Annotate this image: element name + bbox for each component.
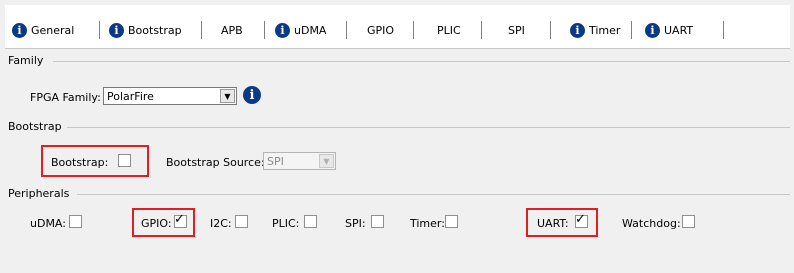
tab-separator (413, 21, 414, 39)
info-icon: i (275, 22, 290, 38)
tab-separator (264, 21, 265, 39)
tab-separator (550, 21, 551, 39)
tab-label: APB (221, 23, 243, 37)
tab-label: SPI (508, 23, 525, 37)
group-divider (67, 127, 790, 128)
tab-separator (631, 21, 632, 39)
check-icon: ✓ (575, 212, 586, 227)
tab-separator (201, 21, 202, 39)
tab-label: Bootstrap (128, 23, 182, 37)
tab-uart[interactable]: i UART (645, 19, 693, 41)
fpga-family-value: PolarFire (107, 89, 154, 103)
spi-checkbox[interactable] (371, 215, 384, 228)
uart-label: UART: (537, 217, 569, 230)
family-group-title: Family (8, 54, 44, 67)
group-divider (77, 194, 790, 195)
bootstrap-label: Bootstrap: (51, 156, 109, 169)
udma-checkbox[interactable] (69, 215, 82, 228)
peripherals-group-title: Peripherals (8, 187, 70, 200)
tab-label: PLIC (437, 23, 461, 37)
tab-gpio[interactable]: GPIO (367, 19, 394, 41)
info-icon: i (570, 22, 585, 38)
gpio-checkbox[interactable]: ✓ (174, 212, 187, 228)
tab-separator (723, 21, 724, 39)
gpio-label: GPIO: (141, 217, 172, 230)
info-icon: i (12, 22, 27, 38)
timer-label: Timer: (410, 217, 445, 230)
info-icon[interactable]: i (243, 86, 261, 104)
fpga-family-label: FPGA Family: (30, 91, 101, 104)
chevron-down-icon[interactable]: ▼ (220, 89, 235, 103)
i2c-checkbox[interactable] (235, 215, 248, 228)
bootstrap-source-select[interactable]: SPI ▼ (263, 152, 336, 170)
bootstrap-checkbox[interactable] (118, 154, 131, 167)
watchdog-label: Watchdog: (622, 217, 681, 230)
tab-timer[interactable]: i Timer (570, 19, 620, 41)
tab-separator (346, 21, 347, 39)
chevron-down-icon[interactable]: ▼ (319, 154, 334, 168)
tab-bar: i General i Bootstrap APB i uDMA GPIO PL… (5, 5, 790, 49)
info-icon: i (109, 22, 124, 38)
tab-label: uDMA (294, 23, 327, 37)
tab-spi[interactable]: SPI (508, 19, 525, 41)
uart-checkbox[interactable]: ✓ (575, 212, 588, 228)
tab-udma[interactable]: i uDMA (275, 19, 326, 41)
bootstrap-source-value: SPI (267, 154, 284, 168)
tab-plic[interactable]: PLIC (437, 19, 461, 41)
tab-label: UART (664, 23, 694, 37)
settings-panel: i General i Bootstrap APB i uDMA GPIO PL… (5, 5, 790, 269)
tab-general[interactable]: i General (12, 19, 74, 41)
bootstrap-source-label: Bootstrap Source: (166, 156, 265, 169)
tab-label: General (31, 23, 75, 37)
tab-bootstrap[interactable]: i Bootstrap (109, 19, 182, 41)
spi-label: SPI: (345, 217, 366, 230)
tab-separator (481, 21, 482, 39)
bootstrap-group-title: Bootstrap (8, 120, 62, 133)
udma-label: uDMA: (30, 217, 66, 230)
info-icon: i (645, 22, 660, 38)
tab-label: Timer (589, 23, 621, 37)
tab-separator (99, 21, 100, 39)
timer-checkbox[interactable] (445, 215, 458, 228)
plic-label: PLIC: (272, 217, 300, 230)
i2c-label: I2C: (210, 217, 232, 230)
group-divider (53, 61, 790, 62)
plic-checkbox[interactable] (304, 215, 317, 228)
watchdog-checkbox[interactable] (682, 215, 695, 228)
check-icon: ✓ (174, 212, 185, 227)
tab-label: GPIO (367, 23, 395, 37)
fpga-family-select[interactable]: PolarFire ▼ (103, 87, 237, 105)
tab-apb[interactable]: APB (221, 19, 243, 41)
